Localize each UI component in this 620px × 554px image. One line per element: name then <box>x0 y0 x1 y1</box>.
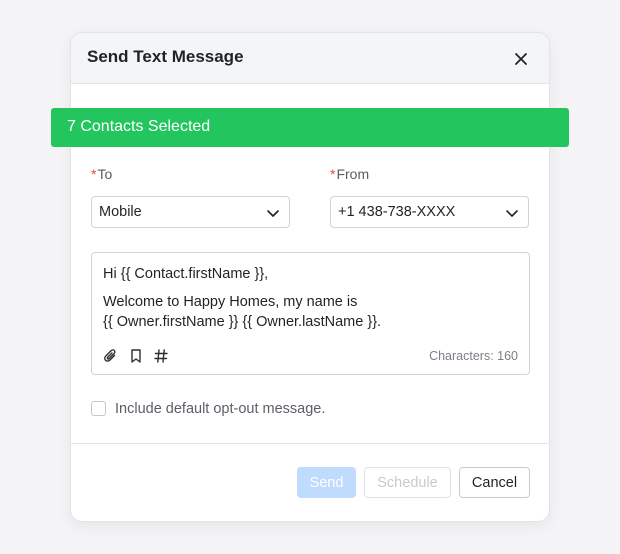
opt-out-label[interactable]: Include default opt-out message. <box>115 401 325 417</box>
background-frame: Send Text Message *To Mobile *From +1 43… <box>0 0 620 554</box>
from-select-value: +1 438-738-XXXX <box>338 204 456 220</box>
footer-divider <box>71 443 549 444</box>
hashtag-button[interactable] <box>153 348 169 364</box>
message-line-3: {{ Owner.firstName }} {{ Owner.lastName … <box>103 314 382 330</box>
bookmark-icon <box>131 349 141 363</box>
required-mark: * <box>330 166 336 182</box>
message-line-2: Welcome to Happy Homes, my name is <box>103 294 358 310</box>
to-select-value: Mobile <box>99 204 142 220</box>
to-label: *To <box>91 166 112 182</box>
to-select[interactable]: Mobile <box>91 196 290 228</box>
close-button[interactable] <box>509 47 533 71</box>
modal-header: Send Text Message <box>71 33 549 84</box>
hash-icon <box>154 349 168 363</box>
message-textarea[interactable]: Hi {{ Contact.firstName }}, Welcome to H… <box>91 252 530 375</box>
modal-title: Send Text Message <box>87 47 244 66</box>
from-label: *From <box>330 166 369 182</box>
chevron-down-icon <box>267 210 279 217</box>
chevron-down-icon <box>506 210 518 217</box>
send-button[interactable]: Send <box>297 467 356 498</box>
message-line-1: Hi {{ Contact.firstName }}, <box>103 266 269 282</box>
cancel-button[interactable]: Cancel <box>459 467 530 498</box>
schedule-button[interactable]: Schedule <box>364 467 451 498</box>
contacts-selected-banner: 7 Contacts Selected <box>51 108 569 147</box>
bookmark-button[interactable] <box>128 348 144 364</box>
opt-out-checkbox[interactable] <box>91 401 106 416</box>
from-label-text: From <box>336 166 370 182</box>
required-mark: * <box>91 166 97 182</box>
from-select[interactable]: +1 438-738-XXXX <box>330 196 529 228</box>
paperclip-icon <box>104 349 116 362</box>
character-count: Characters: 160 <box>429 349 518 363</box>
send-text-modal: Send Text Message *To Mobile *From +1 43… <box>70 32 550 522</box>
close-icon <box>515 53 527 65</box>
to-label-text: To <box>97 166 113 182</box>
attach-button[interactable] <box>103 348 119 364</box>
contacts-selected-text: 7 Contacts Selected <box>67 118 211 135</box>
